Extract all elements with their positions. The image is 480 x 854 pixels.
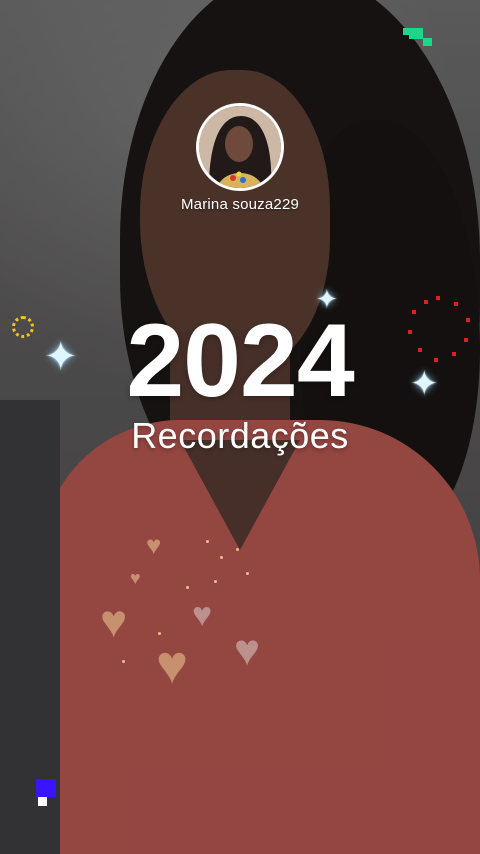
- recap-title: Recordações: [131, 415, 349, 456]
- pixel-sprite-icon: [403, 28, 433, 48]
- story-frame: Marina souza229 ✦ ✦ ✦ 2024 Recordações ♥…: [0, 0, 480, 854]
- glitter-dot: [246, 572, 249, 575]
- username-label: Marina souza229: [180, 196, 300, 213]
- heart-icon: ♥: [146, 530, 162, 560]
- heart-icon: ♥: [156, 635, 189, 695]
- glitter-dot: [236, 548, 239, 551]
- pixel-block-icon: [36, 779, 58, 807]
- glitter-dot: [158, 632, 161, 635]
- heart-icon: ♥: [130, 568, 141, 588]
- glitter-dot: [122, 660, 125, 663]
- glitter-dot: [214, 580, 217, 583]
- avatar[interactable]: [196, 103, 284, 191]
- heart-icon: ♥: [100, 595, 128, 647]
- glitter-dot: [206, 540, 209, 543]
- profile-photo-icon: [199, 106, 281, 188]
- recap-year: 2024: [126, 303, 354, 419]
- glitter-dot: [186, 586, 189, 589]
- heart-icon: ♥: [234, 626, 261, 675]
- heart-icon: ♥: [192, 596, 213, 634]
- glitter-dot: [220, 556, 223, 559]
- hearts-sticker: ♥ ♥ ♥ ♥ ♥ ♥: [96, 526, 296, 696]
